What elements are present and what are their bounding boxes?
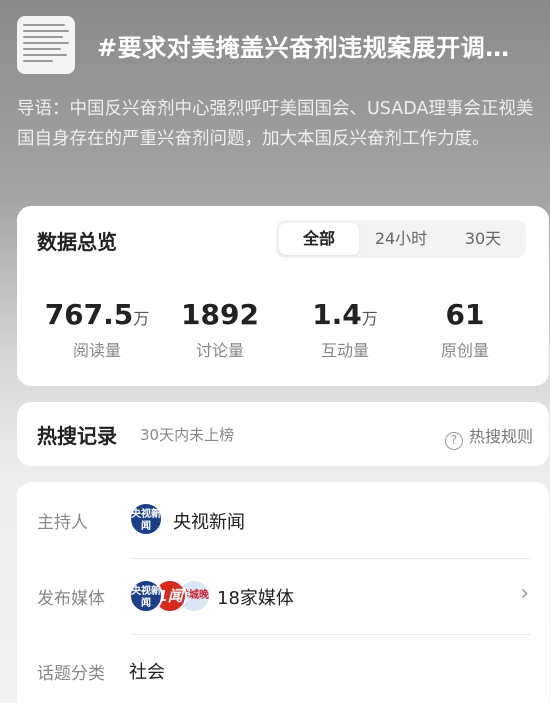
topic-intro: 导语：中国反兴奋剂中心强烈呼吁美国国会、USADA理事会正视美国自身存在的严重兴… [17,99,534,149]
host-label: 主持人 [37,513,88,533]
stat-originals: 61 原创量 [405,298,525,361]
hot-search-title: 热搜记录 [37,424,117,448]
overview-title: 数据总览 [37,230,117,254]
avatar-text: 央视新闻 [131,586,161,609]
document-thumbnail-icon [17,16,75,74]
hot-search-rules-link[interactable]: ? 热搜规则 [444,423,533,450]
stat-unit: 万 [133,309,150,328]
stat-discussions: 1892 讨论量 [160,298,280,361]
stat-value: 1892 [181,298,259,331]
chevron-right-icon[interactable]: › [520,581,529,606]
stat-label: 讨论量 [195,341,244,360]
topic-title: #要求对美掩盖兴奋剂违规案展开调… [97,34,510,62]
topic-info-card: 主持人 央视新闻 央视新闻 发布媒体 央视新闻 1闻 羊城晚报 18家媒体 › … [17,482,549,703]
data-overview-card: 数据总览 全部 24小时 30天 767.5万 阅读量 1892 讨论量 1.4… [17,206,549,386]
stat-label: 互动量 [320,341,369,360]
hot-search-card: 热搜记录 30天内未上榜 ? 热搜规则 [17,402,549,466]
category-row: 话题分类 社会 [17,635,549,703]
stat-value: 61 [445,298,485,331]
category-value: 社会 [129,662,165,683]
host-name: 央视新闻 [173,512,245,533]
stat-interactions: 1.4万 互动量 [285,298,405,361]
category-label: 话题分类 [37,664,105,684]
hot-search-status: 30天内未上榜 [140,426,235,444]
question-circle-icon: ? [444,432,463,450]
stat-unit: 万 [361,309,378,328]
media-avatar-cctv: 央视新闻 [129,579,163,613]
topic-header: #要求对美掩盖兴奋剂违规案展开调… [17,16,537,76]
host-avatar: 央视新闻 [129,502,163,536]
host-row[interactable]: 主持人 央视新闻 央视新闻 [17,482,549,558]
stat-value: 767.5 [44,298,134,331]
hot-search-rules-label: 热搜规则 [468,427,533,446]
media-count: 18家媒体 [217,588,294,609]
tab-all[interactable]: 全部 [279,223,359,255]
stat-value: 1.4 [312,298,362,331]
media-row[interactable]: 发布媒体 央视新闻 1闻 羊城晚报 18家媒体 › [17,559,549,635]
media-label: 发布媒体 [37,589,105,609]
stat-label: 原创量 [440,341,489,360]
time-range-tabs: 全部 24小时 30天 [276,220,526,258]
stat-label: 阅读量 [72,341,121,360]
stat-reads: 767.5万 阅读量 [37,298,157,361]
tab-30-days[interactable]: 30天 [443,223,523,255]
tab-24-hours[interactable]: 24小时 [361,223,441,255]
avatar-text: 央视新闻 [131,509,161,532]
